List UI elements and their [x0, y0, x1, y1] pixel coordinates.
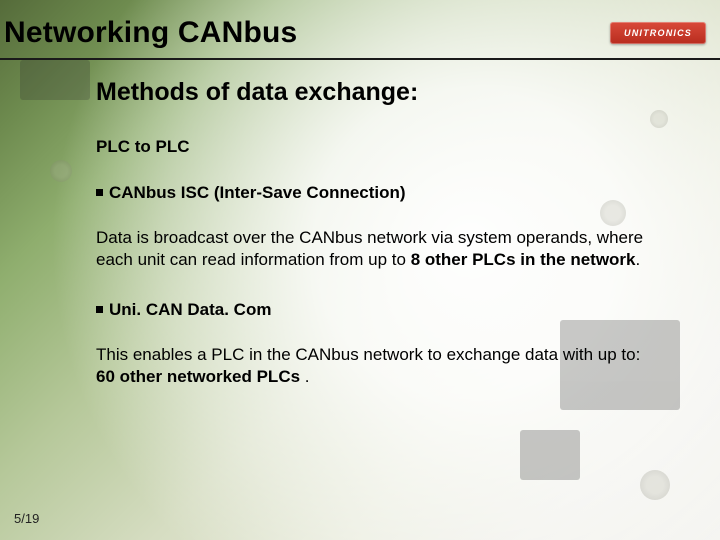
brand-logo-text: UNITRONICS — [624, 28, 692, 38]
para2-pre: This enables a PLC in the CANbus network… — [96, 345, 640, 364]
bullet-1-text: CANbus ISC (Inter-Save Connection) — [109, 183, 406, 203]
title-divider — [0, 58, 720, 60]
subtitle: Methods of data exchange: — [96, 78, 670, 107]
paragraph-1: Data is broadcast over the CANbus networ… — [96, 227, 656, 272]
para1-post: . — [636, 250, 641, 269]
para2-strong: 60 other networked PLCs — [96, 367, 300, 386]
bullet-2-text: Uni. CAN Data. Com — [109, 300, 271, 320]
paragraph-2: This enables a PLC in the CANbus network… — [96, 344, 656, 389]
slide-title: Networking CANbus — [4, 16, 297, 50]
title-bar: Networking CANbus UNITRONICS — [0, 8, 720, 58]
brand-logo: UNITRONICS — [610, 22, 706, 44]
bullet-item-1: CANbus ISC (Inter-Save Connection) — [96, 183, 670, 203]
bullet-item-2: Uni. CAN Data. Com — [96, 300, 670, 320]
para1-strong: 8 other PLCs in the network — [411, 250, 636, 269]
content-area: Methods of data exchange: PLC to PLC CAN… — [96, 78, 670, 417]
para2-post: . — [300, 367, 309, 386]
bullet-square-icon — [96, 306, 103, 313]
slide: Networking CANbus UNITRONICS Methods of … — [0, 0, 720, 540]
section-heading: PLC to PLC — [96, 137, 670, 157]
bullet-square-icon — [96, 189, 103, 196]
page-number: 5/19 — [14, 511, 39, 526]
